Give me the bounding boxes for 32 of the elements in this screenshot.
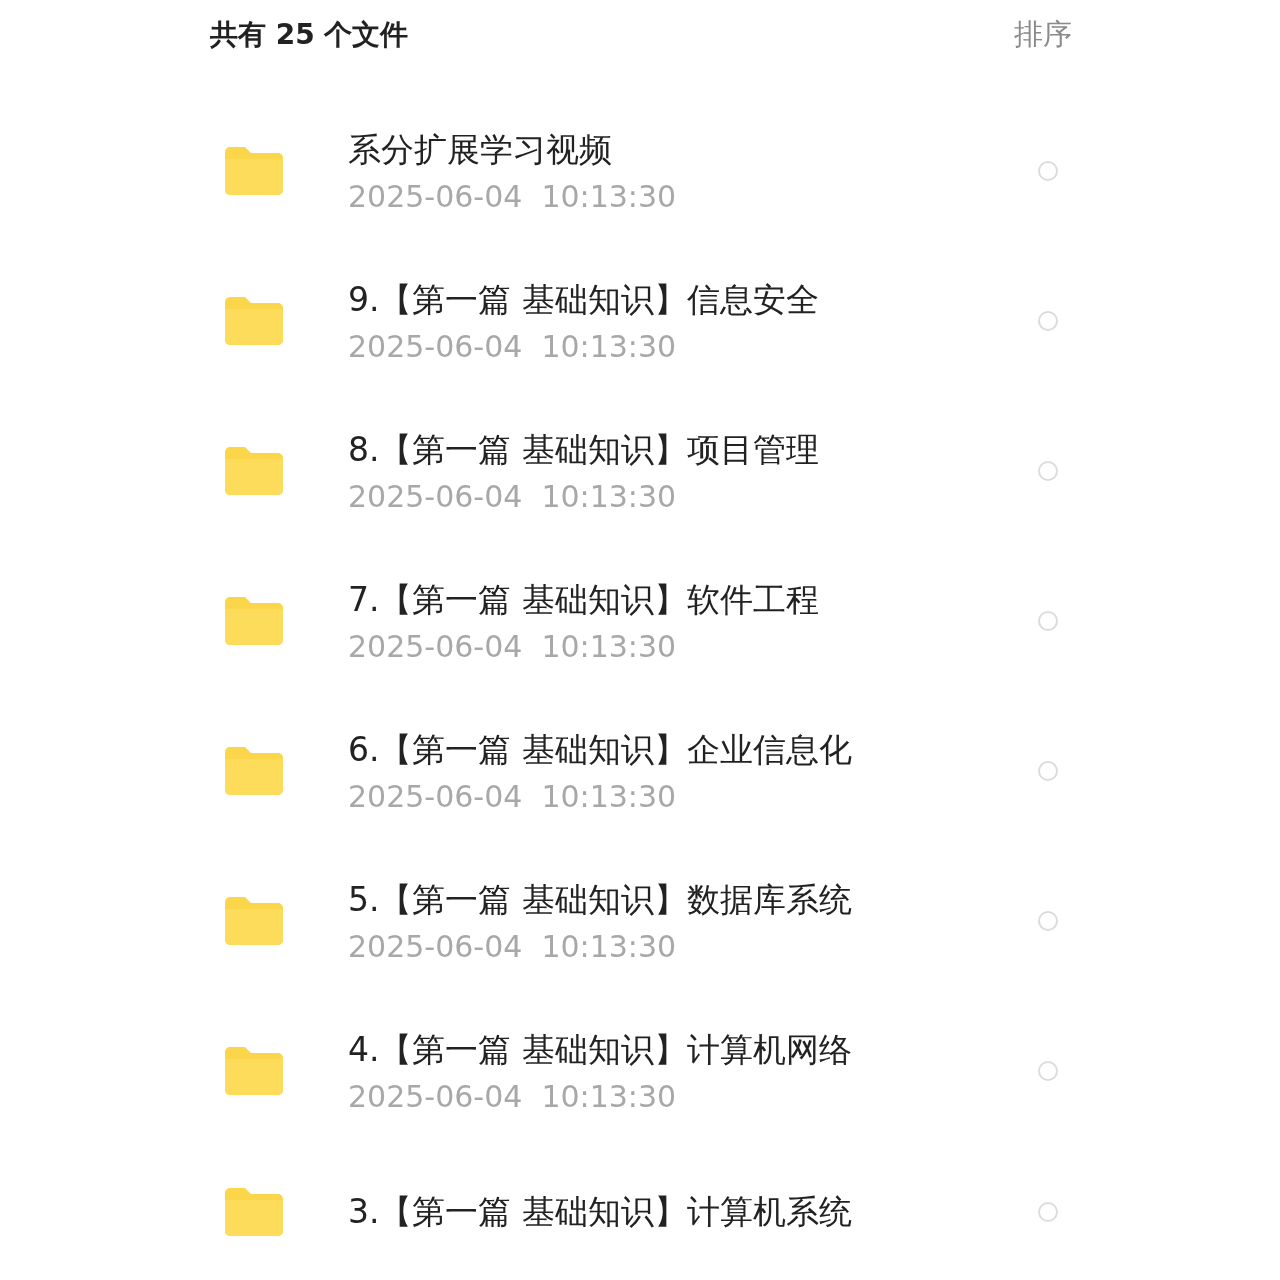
select-radio[interactable] — [1038, 461, 1058, 481]
file-name[interactable]: 8.【第一篇 基础知识】项目管理 — [348, 428, 1038, 473]
modified-date: 2025-06-04 10:13:30 — [348, 929, 678, 964]
file-name[interactable]: 7.【第一篇 基础知识】软件工程 — [348, 578, 1038, 623]
folder-icon — [225, 747, 283, 795]
folder-icon — [225, 447, 283, 495]
modified-date: 2025-06-04 10:13:30 — [348, 779, 678, 814]
modified-date: 2025-06-04 10:13:30 — [348, 479, 678, 514]
select-radio[interactable] — [1038, 761, 1058, 781]
file-name[interactable]: 5.【第一篇 基础知识】数据库系统 — [348, 878, 1038, 923]
file-name[interactable]: 系分扩展学习视频 — [348, 128, 1038, 173]
file-count-title: 共有 25 个文件 — [210, 17, 409, 53]
modified-date: 2025-06-04 10:13:30 — [348, 1079, 678, 1114]
folder-icon — [225, 597, 283, 645]
folder-icon — [225, 147, 283, 195]
modified-date: 2025-06-04 10:13:30 — [348, 179, 678, 214]
folder-icon — [225, 1047, 283, 1095]
select-radio[interactable] — [1038, 1061, 1058, 1081]
file-name[interactable]: 3.【第一篇 基础知识】计算机系统 — [348, 1189, 1038, 1235]
select-radio[interactable] — [1038, 911, 1058, 931]
folder-icon — [225, 1188, 283, 1236]
file-name[interactable]: 9.【第一篇 基础知识】信息安全 — [348, 278, 1038, 323]
select-radio[interactable] — [1038, 161, 1058, 181]
select-radio[interactable] — [1038, 311, 1058, 331]
folder-icon — [225, 297, 283, 345]
select-radio[interactable] — [1038, 611, 1058, 631]
select-radio[interactable] — [1038, 1202, 1058, 1222]
file-name[interactable]: 6.【第一篇 基础知识】企业信息化 — [348, 728, 1038, 773]
file-name[interactable]: 4.【第一篇 基础知识】计算机网络 — [348, 1028, 1038, 1073]
modified-date: 2025-06-04 10:13:30 — [348, 329, 678, 364]
modified-date: 2025-06-04 10:13:30 — [348, 629, 678, 664]
folder-icon — [225, 897, 283, 945]
